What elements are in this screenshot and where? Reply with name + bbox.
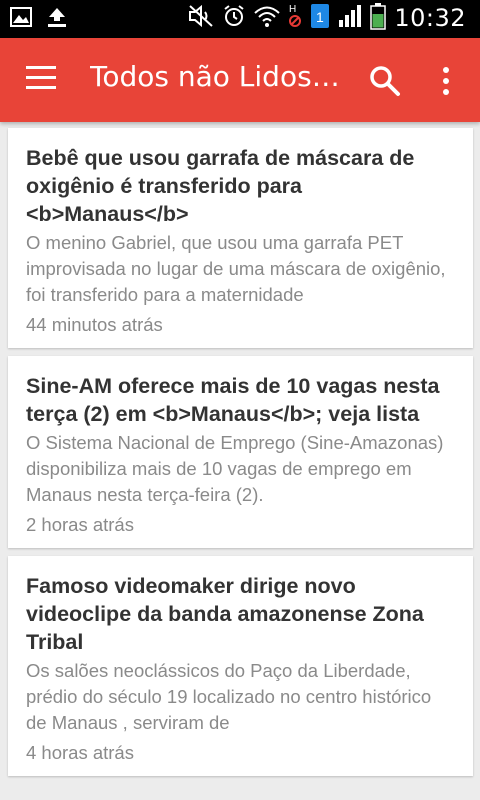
app-bar: Todos não Lidos Manaus <box>0 38 480 122</box>
article-time: 4 horas atrás <box>26 742 134 763</box>
article-card[interactable]: Bebê que usou garrafa de máscara de oxig… <box>8 128 473 348</box>
article-card[interactable]: Sine-AM oferece mais de 10 vagas nesta t… <box>8 356 473 548</box>
article-description: O menino Gabriel, que usou uma garrafa P… <box>26 232 446 305</box>
status-bar: H 1 10:32 <box>0 0 480 38</box>
download-icon <box>46 6 68 32</box>
article-title: Sine-AM oferece mais de 10 vagas nesta t… <box>26 374 440 426</box>
alarm-icon <box>222 4 246 32</box>
mute-icon <box>188 4 214 32</box>
image-icon <box>10 7 32 31</box>
article-time: 2 horas atrás <box>26 514 134 535</box>
article-description: Os salões neoclássicos do Paço da Liberd… <box>26 660 432 733</box>
article-card[interactable]: Famoso videomaker dirige novo videoclipe… <box>8 556 473 776</box>
article-time: 44 minutos atrás <box>26 314 163 335</box>
clock: 10:32 <box>394 4 466 32</box>
search-icon[interactable] <box>368 64 402 98</box>
page-title: Todos não Lidos Manaus <box>90 60 340 93</box>
menu-icon[interactable] <box>26 66 58 94</box>
article-description: O Sistema Nacional de Emprego (Sine-Amaz… <box>26 432 444 505</box>
article-list: Bebê que usou garrafa de máscara de oxig… <box>8 128 473 784</box>
battery-icon <box>370 2 387 34</box>
no-data-icon: H <box>288 2 302 34</box>
signal-icon <box>338 4 362 32</box>
article-title: Famoso videomaker dirige novo videoclipe… <box>26 574 424 654</box>
wifi-icon <box>254 4 281 32</box>
more-vert-icon[interactable] <box>436 64 456 98</box>
svg-text:H: H <box>289 4 296 15</box>
sim-icon: 1 <box>310 3 330 33</box>
article-title: Bebê que usou garrafa de máscara de oxig… <box>26 146 415 226</box>
svg-text:1: 1 <box>316 9 324 25</box>
